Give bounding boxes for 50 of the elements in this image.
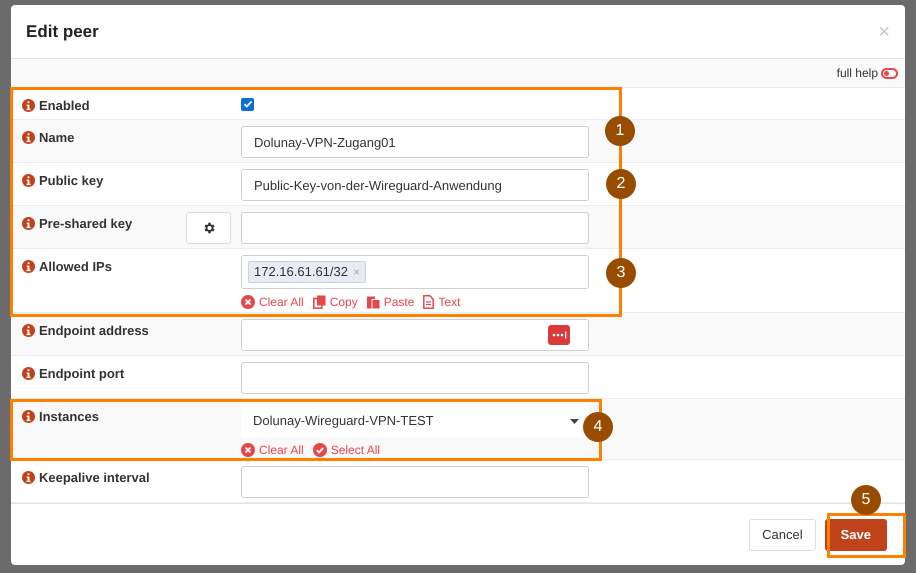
password-manager-icon[interactable] — [548, 325, 570, 345]
field-label: Endpoint address — [39, 322, 149, 340]
help-label: full help — [836, 65, 878, 82]
field-label: Keepalive interval — [39, 469, 150, 487]
copy-icon — [312, 295, 326, 309]
info-icon[interactable] — [22, 99, 35, 112]
generate-key-button[interactable] — [186, 212, 231, 244]
info-icon[interactable] — [22, 367, 35, 380]
text-field[interactable] — [241, 362, 589, 394]
action-link[interactable]: Copy — [312, 293, 358, 311]
gear-icon — [202, 221, 216, 235]
clear-icon — [241, 443, 255, 457]
info-icon[interactable] — [22, 471, 35, 484]
text-field[interactable] — [241, 212, 589, 244]
info-icon[interactable] — [22, 324, 35, 338]
document-icon — [423, 295, 434, 309]
field-label: Pre-shared key — [39, 215, 132, 233]
field-label: Endpoint port — [39, 365, 124, 383]
tags-field[interactable]: 172.16.61.61/32 × — [241, 255, 589, 289]
save-button[interactable]: Save — [824, 518, 887, 550]
action-link[interactable]: Text — [423, 293, 460, 311]
action-link[interactable]: Clear All — [241, 441, 304, 459]
info-icon[interactable] — [22, 410, 35, 424]
info-icon[interactable] — [22, 131, 35, 144]
caret-icon — [570, 418, 579, 424]
check-circle-icon — [312, 443, 327, 457]
field-label: Allowed IPs — [39, 258, 112, 276]
paste-icon — [366, 295, 380, 309]
remove-tag-button[interactable]: × — [352, 263, 360, 281]
text-field[interactable]: Dolunay-VPN-Zugang01 — [241, 126, 589, 158]
text-field[interactable] — [241, 466, 589, 498]
field-label: Name — [39, 129, 74, 147]
enabled-checkbox[interactable] — [241, 98, 254, 110]
dialog-title: Edit peer — [26, 20, 99, 43]
full-help-toggle[interactable] — [881, 68, 898, 78]
ip-tag: 172.16.61.61/32 × — [248, 261, 366, 283]
info-icon[interactable] — [22, 217, 35, 230]
info-icon[interactable] — [22, 260, 35, 274]
info-icon[interactable] — [22, 174, 35, 188]
clear-icon — [241, 295, 255, 309]
field-label: Public key — [39, 172, 104, 190]
text-field[interactable] — [241, 319, 589, 351]
field-label: Enabled — [39, 97, 90, 115]
action-link[interactable]: Select All — [312, 441, 380, 459]
cancel-button[interactable]: Cancel — [749, 518, 816, 550]
instances-dropdown[interactable]: Dolunay-Wireguard-VPN-TEST — [241, 405, 589, 437]
action-link[interactable]: Clear All — [241, 293, 304, 311]
text-field[interactable]: Public-Key-von-der-Wireguard-Anwendung — [241, 169, 589, 201]
field-label: Instances — [39, 408, 99, 426]
action-link[interactable]: Paste — [366, 293, 414, 311]
